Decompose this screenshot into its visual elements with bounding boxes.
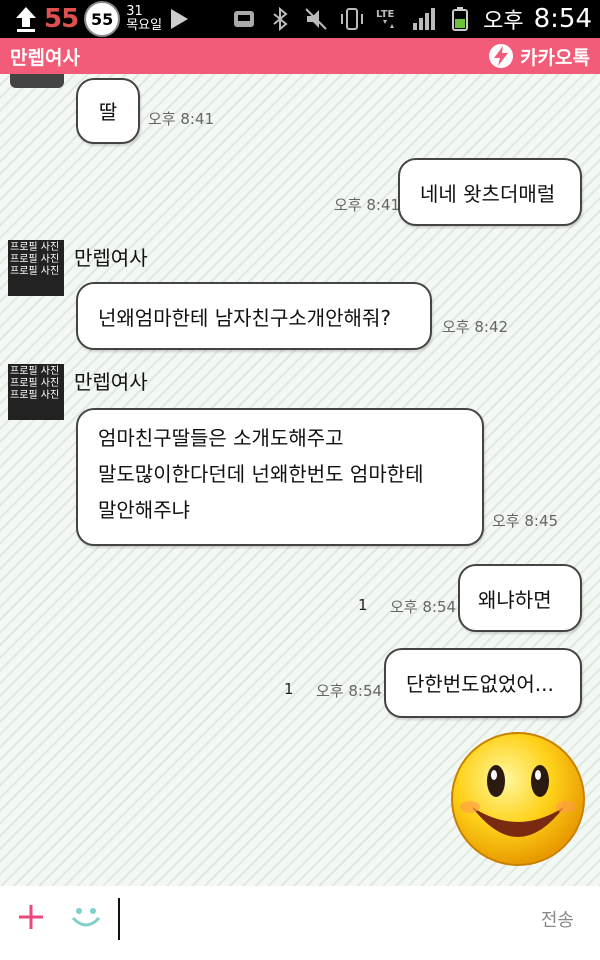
avatar-alt-text: 프로필 사진 프로필 사진 프로필 사진 xyxy=(10,366,60,401)
message-time: 오후 8:45 xyxy=(492,512,559,530)
message-text: 딸 xyxy=(98,100,118,124)
message-text: 네네 왓츠더매럴 xyxy=(420,182,556,206)
upload-icon xyxy=(16,7,36,32)
unread-count: 1 xyxy=(284,680,294,698)
date-day: 31 xyxy=(126,4,143,19)
message-time: 오후 8:41 xyxy=(148,110,215,128)
signal-icon xyxy=(413,8,436,30)
battery-percent-text: 55 xyxy=(44,4,79,34)
message-bubble-incoming[interactable]: 엄마친구딸들은 소개도해주고 말도많이한다던데 넌왜한번도 엄마한테 말안해주냐 xyxy=(76,408,484,546)
emoticon-icon[interactable] xyxy=(68,902,104,932)
message-bubble-outgoing[interactable]: 단한번도없었어... xyxy=(384,648,582,718)
status-time: 8:54 xyxy=(533,4,592,34)
brand-label: 카카오톡 xyxy=(520,46,590,69)
bluetooth-icon xyxy=(273,6,288,32)
status-time-ampm: 오후 xyxy=(483,9,524,34)
status-right: LTE 오후 8:54 xyxy=(231,2,592,36)
notification-badge-icon: 55 xyxy=(84,1,121,37)
kakaotalk-logo-icon xyxy=(489,44,514,68)
smiley-emoticon[interactable] xyxy=(448,729,588,869)
sd-card-icon xyxy=(234,11,255,27)
sender-name: 만렙여사 xyxy=(74,370,148,394)
rotation-icon xyxy=(341,8,364,30)
chat-header: 만렙여사 카카오톡 xyxy=(0,38,600,74)
message-time: 오후 8:54 xyxy=(390,598,457,616)
status-date: 31 목요일 xyxy=(126,5,162,33)
unread-count: 1 xyxy=(358,596,368,614)
message-bubble-incoming[interactable]: 딸 xyxy=(76,78,140,144)
message-time: 오후 8:41 xyxy=(334,196,401,214)
message-text: 왜냐하면 xyxy=(478,588,552,612)
message-text-line: 엄마친구딸들은 소개도해주고 xyxy=(98,426,344,450)
send-button[interactable]: 전송 xyxy=(541,906,574,932)
message-text: 단한번도없었어... xyxy=(406,672,554,696)
message-bubble-incoming[interactable]: 넌왜엄마한테 남자친구소개안해줘? xyxy=(76,282,432,350)
message-text-line: 말도많이한다던데 넌왜한번도 엄마한테 xyxy=(98,462,424,486)
sender-name: 만렙여사 xyxy=(74,246,148,270)
date-weekday: 목요일 xyxy=(126,18,163,33)
message-bubble-outgoing[interactable]: 네네 왓츠더매럴 xyxy=(398,158,582,226)
avatar[interactable]: 프로필 사진 프로필 사진 프로필 사진 xyxy=(8,364,64,420)
chat-title: 만렙여사 xyxy=(10,47,80,69)
message-input-bar: 전송 xyxy=(0,886,600,960)
status-left: 55 55 31 목요일 xyxy=(14,1,190,37)
plus-icon[interactable] xyxy=(16,902,46,932)
kakaotalk-brand[interactable]: 카카오톡 xyxy=(488,41,590,71)
message-input[interactable] xyxy=(118,898,120,940)
avatar-alt-text: 프로필 사진 프로필 사진 프로필 사진 xyxy=(10,242,60,277)
message-time: 오후 8:54 xyxy=(316,682,383,700)
vibrate-icon xyxy=(305,8,327,30)
lte-icon: LTE xyxy=(376,9,395,28)
play-icon xyxy=(171,9,189,29)
avatar[interactable] xyxy=(10,74,64,88)
message-text-line: 말안해주냐 xyxy=(98,498,190,522)
status-bar: 55 55 31 목요일 LTE 오후 8:54 xyxy=(0,0,600,38)
message-bubble-outgoing[interactable]: 왜냐하면 xyxy=(458,564,582,632)
battery-icon xyxy=(452,7,469,31)
message-text: 넌왜엄마한테 남자친구소개안해줘? xyxy=(98,306,391,330)
svg-text:LTE: LTE xyxy=(376,9,395,20)
avatar[interactable]: 프로필 사진 프로필 사진 프로필 사진 xyxy=(8,240,64,296)
message-time: 오후 8:42 xyxy=(442,318,509,336)
chat-area[interactable]: 딸 오후 8:41 오후 8:41 네네 왓츠더매럴 프로필 사진 프로필 사진… xyxy=(0,74,600,886)
